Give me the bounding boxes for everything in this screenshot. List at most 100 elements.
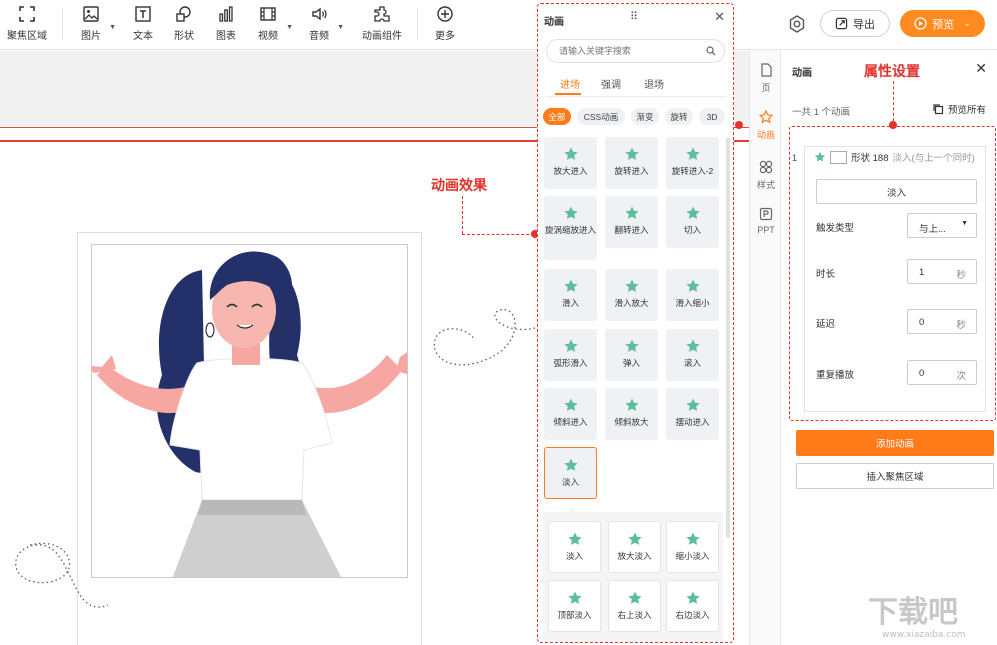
animation-component-icon (374, 6, 390, 22)
close-icon[interactable]: ✕ (975, 60, 987, 77)
woman-illustration (92, 251, 407, 577)
shape-icon (176, 6, 191, 22)
scrollbar[interactable] (726, 138, 730, 538)
star-icon (627, 532, 642, 545)
close-icon[interactable]: ✕ (714, 9, 725, 25)
image-icon (83, 6, 99, 22)
tab-entrance[interactable]: 进场 (560, 76, 580, 91)
effect-search-field[interactable] (546, 39, 725, 63)
animation-item-row[interactable]: 形状 188 淡入(与上一个同时) (814, 150, 975, 164)
decorative-dotted-loop (433, 309, 536, 366)
chip-3d[interactable]: 3D (699, 108, 725, 125)
star-icon (563, 147, 578, 160)
tab-exit[interactable]: 退场 (644, 76, 664, 91)
drag-handle-icon[interactable]: ⠿ (630, 10, 638, 23)
star-icon (624, 206, 639, 219)
star-icon (685, 339, 700, 352)
effect-tile-label: 翻转进入 (614, 225, 649, 235)
fade-variant-tile[interactable]: 淡入 (548, 521, 601, 573)
effect-tile[interactable]: 旋转进入 (605, 137, 658, 189)
effect-tile[interactable]: 弧形滑入 (544, 329, 597, 381)
effect-tile[interactable]: 旋转进入-2 (666, 137, 719, 189)
fade-variant-label: 顶部淡入 (557, 610, 592, 620)
fade-variant-tile[interactable]: 右边淡入 (666, 580, 719, 632)
annotation-connector (462, 196, 463, 234)
side-tab-animation[interactable]: 动画 (750, 110, 782, 141)
effect-tile[interactable]: 倾斜进入 (544, 388, 597, 440)
preview-all-button[interactable]: 预览所有 (932, 102, 986, 116)
delay-unit: 秒 (956, 320, 966, 331)
effect-tile-label: 滑入缩小 (675, 298, 710, 308)
effect-tile[interactable]: 翻转进入 (605, 196, 658, 248)
search-icon[interactable] (706, 46, 716, 56)
fade-variant-tile[interactable]: 缩小淡入 (666, 521, 719, 573)
settings-gear-button[interactable] (787, 14, 807, 34)
toolbar-label: 图表 (216, 31, 236, 42)
toolbar-label: 视频 (258, 31, 278, 42)
export-button[interactable]: 导出 (820, 10, 890, 37)
toolbar-image[interactable]: 图片 ▼ (64, 5, 118, 45)
delay-value: 0 (919, 317, 925, 328)
effect-tile[interactable]: 滑入缩小 (666, 269, 719, 321)
effect-tile[interactable]: 滚入 (666, 329, 719, 381)
effect-tile-label: 摆动进入 (675, 417, 710, 427)
fade-variant-label: 缩小淡入 (675, 551, 710, 561)
effect-tile[interactable]: 淡入 (544, 447, 597, 499)
effect-select-button[interactable]: 淡入 (816, 179, 977, 204)
shape-image[interactable] (91, 244, 408, 578)
toolbar-audio[interactable]: 音频 ▼ (292, 5, 346, 45)
chip-gradient[interactable]: 渐变 (631, 108, 659, 125)
properties-panel-title: 动画 (792, 68, 812, 79)
add-animation-button[interactable]: 添加动画 (796, 430, 994, 456)
chevron-down-icon: ⌄ (963, 18, 971, 28)
effect-tile[interactable]: 倾斜放大 (605, 388, 658, 440)
toolbar-more[interactable]: 更多 (418, 5, 472, 45)
toolbar-separator (62, 8, 63, 40)
chip-all[interactable]: 全部 (543, 108, 571, 125)
toolbar-label: 聚焦区域 (7, 31, 47, 42)
star-icon (567, 591, 582, 604)
fade-variant-label: 淡入 (565, 551, 583, 561)
text-icon (135, 6, 151, 22)
side-tab-label: PPT (757, 225, 775, 235)
effect-tile[interactable]: 滑入 (544, 269, 597, 321)
toolbar-focus-area[interactable]: 聚焦区域 (0, 5, 54, 45)
preview-button[interactable]: 预览 ⌄ (900, 10, 985, 37)
effect-tile-label: 切入 (683, 225, 701, 235)
fade-variant-label: 右上淡入 (617, 610, 652, 620)
duration-unit: 秒 (956, 270, 966, 281)
side-tab-page[interactable]: 页 (750, 63, 782, 94)
effect-search-input[interactable] (557, 45, 702, 57)
insert-focus-area-button[interactable]: 插入聚焦区域 (796, 463, 994, 489)
effect-tile[interactable]: 滑入放大 (605, 269, 658, 321)
export-icon (835, 17, 848, 30)
fade-variant-tile[interactable]: 放大淡入 (608, 521, 661, 573)
effect-tile[interactable]: 摆动进入 (666, 388, 719, 440)
effect-tile[interactable]: 弹入 (605, 329, 658, 381)
fade-variant-tile[interactable]: 右上淡入 (608, 580, 661, 632)
star-icon (563, 279, 578, 292)
side-tab-ppt[interactable]: PPT (750, 207, 782, 235)
tab-emphasis[interactable]: 强调 (601, 76, 621, 91)
side-tab-style[interactable]: 样式 (750, 160, 782, 191)
repeat-field[interactable]: 0 次 (907, 360, 977, 385)
trigger-type-select[interactable]: 与上... ▼ (907, 213, 977, 238)
annotation-animation-effects: 动画效果 (431, 177, 487, 193)
play-icon (914, 17, 927, 30)
toolbar-video[interactable]: 视频 ▼ (241, 5, 295, 45)
toolbar-animation-component[interactable]: 动画组件 (353, 5, 411, 45)
animation-type-tabs: 进场 强调 退场 (538, 72, 733, 96)
focus-area-icon (19, 6, 35, 22)
chip-css[interactable]: CSS动画 (577, 108, 625, 125)
annotation-dot (889, 121, 897, 129)
gear-icon (789, 15, 805, 33)
fade-variant-tile[interactable]: 顶部淡入 (548, 580, 601, 632)
delay-field[interactable]: 0 秒 (907, 309, 977, 334)
duration-field[interactable]: 1 秒 (907, 259, 977, 284)
chip-rotate[interactable]: 旋转 (665, 108, 693, 125)
effect-tile[interactable]: 切入 (666, 196, 719, 248)
star-icon (685, 398, 700, 411)
effect-tile[interactable]: 放大进入 (544, 137, 597, 189)
effect-tile[interactable]: 旋涡缩放进入 (544, 196, 597, 260)
toolbar-label: 动画组件 (362, 31, 402, 42)
